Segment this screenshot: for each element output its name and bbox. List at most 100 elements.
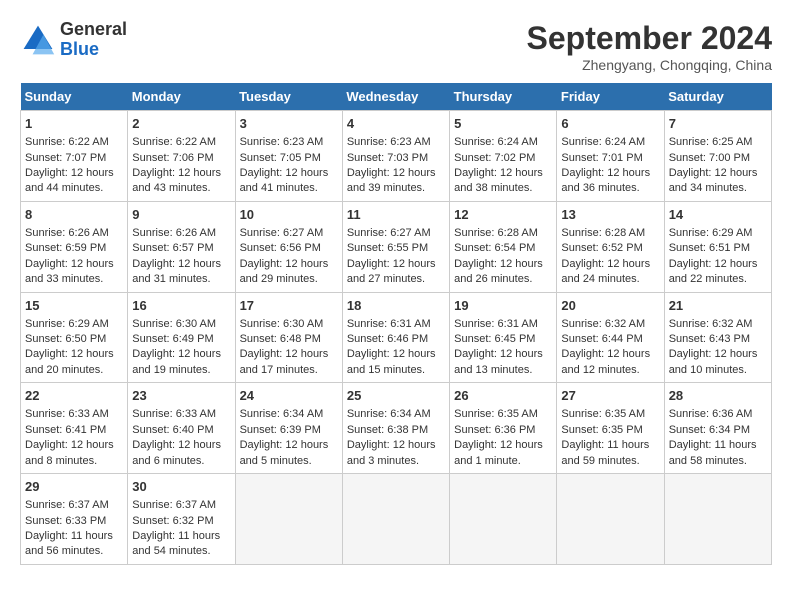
day-info-line: Daylight: 12 hours [454, 347, 552, 362]
day-info-line: Daylight: 12 hours [669, 257, 767, 272]
calendar-cell: 10Sunrise: 6:27 AMSunset: 6:56 PMDayligh… [235, 201, 342, 292]
day-info-line: Sunset: 6:56 PM [240, 241, 338, 256]
day-info-line: Sunset: 6:33 PM [25, 514, 123, 529]
day-number: 10 [240, 206, 338, 224]
day-info-line: and 6 minutes. [132, 454, 230, 469]
day-info-line: Daylight: 12 hours [25, 347, 123, 362]
calendar-cell: 9Sunrise: 6:26 AMSunset: 6:57 PMDaylight… [128, 201, 235, 292]
day-info-line: Sunrise: 6:37 AM [132, 498, 230, 513]
day-info-line: and 54 minutes. [132, 544, 230, 559]
day-info-line: and 31 minutes. [132, 272, 230, 287]
day-info-line: Sunset: 6:50 PM [25, 332, 123, 347]
day-info-line: Sunrise: 6:24 AM [454, 135, 552, 150]
day-number: 27 [561, 387, 659, 405]
day-number: 4 [347, 115, 445, 133]
weekday-tuesday: Tuesday [235, 83, 342, 111]
calendar-cell: 8Sunrise: 6:26 AMSunset: 6:59 PMDaylight… [21, 201, 128, 292]
day-number: 19 [454, 297, 552, 315]
calendar-table: SundayMondayTuesdayWednesdayThursdayFrid… [20, 83, 772, 565]
day-info-line: Sunrise: 6:23 AM [240, 135, 338, 150]
calendar-week-4: 22Sunrise: 6:33 AMSunset: 6:41 PMDayligh… [21, 383, 772, 474]
calendar-cell: 2 Sunrise: 6:22 AMSunset: 7:06 PMDaylight… [128, 111, 235, 202]
calendar-cell [664, 474, 771, 565]
calendar-cell: 12Sunrise: 6:28 AMSunset: 6:54 PMDayligh… [450, 201, 557, 292]
day-info-line: Sunrise: 6:22 AM [132, 135, 230, 150]
day-info-line: and 22 minutes. [669, 272, 767, 287]
day-info-line: Sunrise: 6:34 AM [240, 407, 338, 422]
day-info-line: Sunset: 7:06 PM [132, 151, 230, 166]
day-info-line: Daylight: 11 hours [25, 529, 123, 544]
logo-text: General Blue [60, 20, 127, 60]
day-info-line: Sunset: 6:55 PM [347, 241, 445, 256]
day-info-line: Sunrise: 6:33 AM [25, 407, 123, 422]
day-info-line: Daylight: 11 hours [669, 438, 767, 453]
day-info-line: Sunset: 6:36 PM [454, 423, 552, 438]
day-info-line: Sunset: 6:44 PM [561, 332, 659, 347]
title-block: September 2024 Zhengyang, Chongqing, Chi… [527, 20, 772, 73]
day-info-line: Sunrise: 6:25 AM [669, 135, 767, 150]
day-number: 26 [454, 387, 552, 405]
day-info-line: and 38 minutes. [454, 181, 552, 196]
day-info-line: and 19 minutes. [132, 363, 230, 378]
location-subtitle: Zhengyang, Chongqing, China [527, 57, 772, 73]
day-info-line: Sunset: 6:38 PM [347, 423, 445, 438]
day-info-line: and 56 minutes. [25, 544, 123, 559]
page-header: General Blue September 2024 Zhengyang, C… [20, 20, 772, 73]
day-info-line: Daylight: 12 hours [347, 166, 445, 181]
day-info-line: Sunset: 6:46 PM [347, 332, 445, 347]
weekday-monday: Monday [128, 83, 235, 111]
day-info-line: and 29 minutes. [240, 272, 338, 287]
day-info-line: Daylight: 12 hours [347, 257, 445, 272]
day-info-line: Sunrise: 6:23 AM [347, 135, 445, 150]
day-info-line: Daylight: 12 hours [240, 347, 338, 362]
calendar-cell [450, 474, 557, 565]
day-info-line: Sunrise: 6:22 AM [25, 135, 123, 150]
calendar-cell: 16Sunrise: 6:30 AMSunset: 6:49 PMDayligh… [128, 292, 235, 383]
day-info-line: Sunset: 7:01 PM [561, 151, 659, 166]
day-info-line: and 58 minutes. [669, 454, 767, 469]
calendar-cell: 7Sunrise: 6:25 AMSunset: 7:00 PMDaylight… [664, 111, 771, 202]
day-info-line: Daylight: 12 hours [25, 257, 123, 272]
logo-icon [20, 22, 56, 58]
day-info-line: Sunset: 6:32 PM [132, 514, 230, 529]
day-info-line: Sunset: 6:34 PM [669, 423, 767, 438]
weekday-header-row: SundayMondayTuesdayWednesdayThursdayFrid… [21, 83, 772, 111]
day-info-line: Sunrise: 6:34 AM [347, 407, 445, 422]
day-info-line: Sunset: 6:52 PM [561, 241, 659, 256]
day-number: 18 [347, 297, 445, 315]
calendar-cell: 4Sunrise: 6:23 AMSunset: 7:03 PMDaylight… [342, 111, 449, 202]
calendar-cell: 19Sunrise: 6:31 AMSunset: 6:45 PMDayligh… [450, 292, 557, 383]
logo: General Blue [20, 20, 127, 60]
day-info-line: Daylight: 11 hours [132, 529, 230, 544]
calendar-cell: 1Sunrise: 6:22 AMSunset: 7:07 PMDaylight… [21, 111, 128, 202]
weekday-wednesday: Wednesday [342, 83, 449, 111]
calendar-cell [235, 474, 342, 565]
calendar-cell: 21Sunrise: 6:32 AMSunset: 6:43 PMDayligh… [664, 292, 771, 383]
day-number: 30 [132, 478, 230, 496]
day-number: 23 [132, 387, 230, 405]
weekday-sunday: Sunday [21, 83, 128, 111]
calendar-cell [342, 474, 449, 565]
day-info-line: Daylight: 12 hours [454, 438, 552, 453]
day-info-line: Daylight: 12 hours [669, 347, 767, 362]
day-info-line: Sunset: 7:02 PM [454, 151, 552, 166]
day-info-line: and 59 minutes. [561, 454, 659, 469]
day-info-line: Sunrise: 6:30 AM [132, 317, 230, 332]
day-number: 13 [561, 206, 659, 224]
calendar-cell: 22Sunrise: 6:33 AMSunset: 6:41 PMDayligh… [21, 383, 128, 474]
day-info-line: Daylight: 12 hours [561, 347, 659, 362]
day-info-line: Daylight: 12 hours [132, 166, 230, 181]
day-info-line: and 13 minutes. [454, 363, 552, 378]
day-number: 8 [25, 206, 123, 224]
day-info-line: Sunrise: 6:32 AM [561, 317, 659, 332]
day-info-line: Sunset: 6:41 PM [25, 423, 123, 438]
day-number: 12 [454, 206, 552, 224]
day-info-line: and 5 minutes. [240, 454, 338, 469]
day-info-line: Daylight: 12 hours [561, 257, 659, 272]
day-info-line: and 3 minutes. [347, 454, 445, 469]
day-number: 2 [132, 115, 230, 133]
day-info-line: Daylight: 12 hours [132, 347, 230, 362]
calendar-cell: 20Sunrise: 6:32 AMSunset: 6:44 PMDayligh… [557, 292, 664, 383]
day-info-line: Daylight: 12 hours [240, 166, 338, 181]
day-info-line: Sunrise: 6:31 AM [454, 317, 552, 332]
